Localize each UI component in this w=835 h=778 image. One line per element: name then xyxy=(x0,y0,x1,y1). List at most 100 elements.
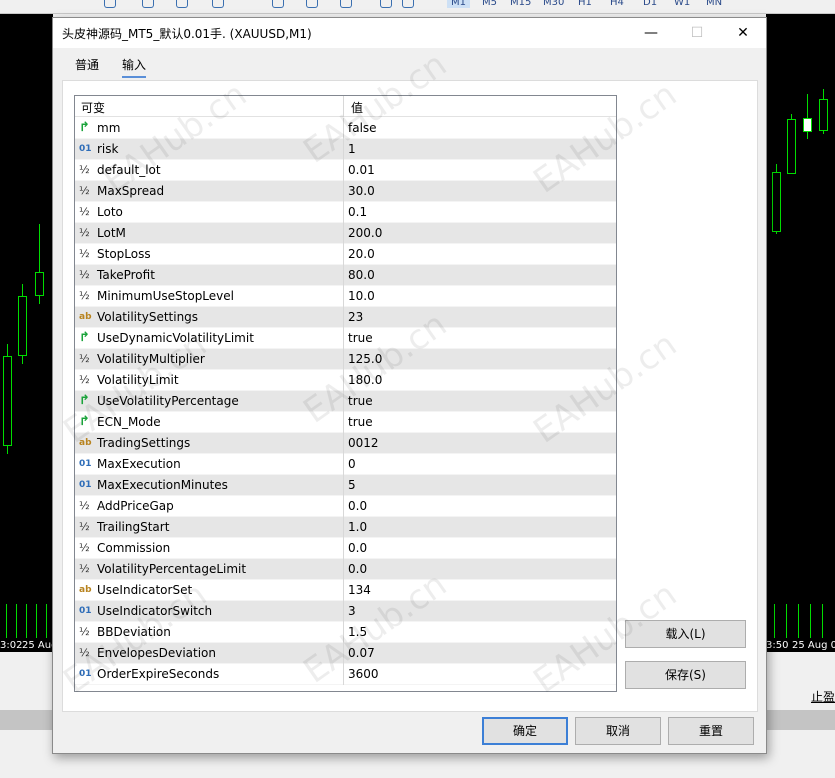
param-row[interactable]: ½ default_lot 0.01 xyxy=(75,160,616,181)
param-row[interactable]: ½ MaxSpread 30.0 xyxy=(75,181,616,202)
toolbar-line-icon[interactable] xyxy=(176,0,188,8)
param-name: EnvelopesDeviation xyxy=(97,646,216,660)
close-button[interactable]: ✕ xyxy=(720,18,766,48)
param-value[interactable]: true xyxy=(348,394,373,408)
param-value[interactable]: 20.0 xyxy=(348,247,375,261)
column-header-variable[interactable]: 可变 xyxy=(81,99,105,116)
param-value[interactable]: 1.0 xyxy=(348,520,367,534)
param-row[interactable]: ½ TakeProfit 80.0 xyxy=(75,265,616,286)
param-row[interactable]: ½ MinimumUseStopLevel 10.0 xyxy=(75,286,616,307)
param-value[interactable]: false xyxy=(348,121,377,135)
param-value[interactable]: 0.01 xyxy=(348,163,375,177)
param-row[interactable]: ½ VolatilityMultiplier 125.0 xyxy=(75,349,616,370)
param-value[interactable]: 0.1 xyxy=(348,205,367,219)
param-row[interactable]: ↱ UseVolatilityPercentage true xyxy=(75,391,616,412)
toolbar-fibo-icon[interactable] xyxy=(306,0,318,8)
ok-button[interactable]: 确定 xyxy=(482,717,568,745)
take-profit-link[interactable]: 止盈 xyxy=(811,688,835,705)
timeframe-w1[interactable]: W1 xyxy=(674,0,690,8)
param-value[interactable]: 3 xyxy=(348,604,356,618)
save-button[interactable]: 保存(S) xyxy=(625,661,746,689)
param-row[interactable]: ½ VolatilityLimit 180.0 xyxy=(75,370,616,391)
param-row[interactable]: 01 risk 1 xyxy=(75,139,616,160)
param-row[interactable]: ↱ ECN_Mode true xyxy=(75,412,616,433)
load-button[interactable]: 载入(L) xyxy=(625,620,746,648)
param-row[interactable]: 01 UseIndicatorSwitch 3 xyxy=(75,601,616,622)
param-value[interactable]: 180.0 xyxy=(348,373,382,387)
param-value[interactable]: true xyxy=(348,415,373,429)
param-value[interactable]: 200.0 xyxy=(348,226,382,240)
param-name: UseIndicatorSet xyxy=(97,583,193,597)
param-row[interactable]: ½ TrailingStart 1.0 xyxy=(75,517,616,538)
param-row[interactable]: ½ StopLoss 20.0 xyxy=(75,244,616,265)
timeframe-m5[interactable]: M5 xyxy=(482,0,497,8)
param-row[interactable]: ½ EnvelopesDeviation 0.07 xyxy=(75,643,616,664)
param-value[interactable]: 23 xyxy=(348,310,363,324)
param-row[interactable]: ab VolatilitySettings 23 xyxy=(75,307,616,328)
cancel-button[interactable]: 取消 xyxy=(575,717,661,745)
volume-bar xyxy=(26,604,27,638)
param-value[interactable]: 0.0 xyxy=(348,541,367,555)
column-divider xyxy=(343,622,344,643)
toolbar-tool-icon[interactable] xyxy=(104,0,116,8)
param-value[interactable]: 1.5 xyxy=(348,625,367,639)
column-header-value[interactable]: 值 xyxy=(351,99,363,116)
param-value[interactable]: true xyxy=(348,331,373,345)
param-row[interactable]: ½ VolatilityPercentageLimit 0.0 xyxy=(75,559,616,580)
param-row[interactable]: ↱ UseDynamicVolatilityLimit true xyxy=(75,328,616,349)
price-chart-left[interactable]: 3:02 25 Aug xyxy=(0,14,53,652)
volume-bar xyxy=(46,604,47,638)
param-value[interactable]: 0012 xyxy=(348,436,379,450)
tab-inputs[interactable]: 输入 xyxy=(122,56,147,78)
param-row[interactable]: ab UseIndicatorSet 134 xyxy=(75,580,616,601)
toolbar-shapes-icon[interactable] xyxy=(340,0,352,8)
param-value[interactable]: 0 xyxy=(348,457,356,471)
toolbar-trend-icon[interactable] xyxy=(212,0,224,8)
toolbar-cursor-icon[interactable] xyxy=(142,0,154,8)
param-row[interactable]: ½ LotM 200.0 xyxy=(75,223,616,244)
param-value[interactable]: 0.0 xyxy=(348,499,367,513)
timeframe-h1[interactable]: H1 xyxy=(578,0,592,8)
reset-button[interactable]: 重置 xyxy=(668,717,754,745)
param-row[interactable]: 01 MaxExecution 0 xyxy=(75,454,616,475)
timeframe-h4[interactable]: H4 xyxy=(610,0,624,8)
timeframe-mn[interactable]: MN xyxy=(706,0,722,8)
param-row[interactable]: ab TradingSettings 0012 xyxy=(75,433,616,454)
candle xyxy=(3,356,12,446)
timeframe-m15[interactable]: M15 xyxy=(510,0,531,8)
param-row[interactable]: ½ BBDeviation 1.5 xyxy=(75,622,616,643)
bool-arrow-icon: ↱ xyxy=(79,120,90,135)
param-value[interactable]: 125.0 xyxy=(348,352,382,366)
column-divider[interactable] xyxy=(343,96,344,117)
param-row[interactable]: ↱ mm false xyxy=(75,118,616,139)
tab-common[interactable]: 普通 xyxy=(75,56,99,76)
param-value[interactable]: 0.0 xyxy=(348,562,367,576)
minimize-button[interactable]: — xyxy=(628,18,674,48)
param-row[interactable]: 01 MaxExecutionMinutes 5 xyxy=(75,475,616,496)
param-row[interactable]: ½ Commission 0.0 xyxy=(75,538,616,559)
param-row[interactable]: ½ Loto 0.1 xyxy=(75,202,616,223)
param-value[interactable]: 5 xyxy=(348,478,356,492)
time-axis-label: 3:50 xyxy=(766,640,789,651)
param-value[interactable]: 3600 xyxy=(348,667,379,681)
param-value[interactable]: 80.0 xyxy=(348,268,375,282)
param-value[interactable]: 0.07 xyxy=(348,646,375,660)
timeframe-m30[interactable]: M30 xyxy=(543,0,564,8)
param-name: UseDynamicVolatilityLimit xyxy=(97,331,254,345)
toolbar-channel-icon[interactable] xyxy=(272,0,284,8)
inputs-grid[interactable]: 可变 值 ↱ mm false 01 risk 1 ½ default_lot 0.01 ½ Max… xyxy=(74,95,617,692)
param-value[interactable]: 134 xyxy=(348,583,371,597)
param-name: StopLoss xyxy=(97,247,151,261)
param-value[interactable]: 10.0 xyxy=(348,289,375,303)
timeframe-d1[interactable]: D1 xyxy=(643,0,657,8)
price-chart-right[interactable]: 3:50 25 Aug 08 xyxy=(766,14,835,652)
param-value[interactable]: 1 xyxy=(348,142,356,156)
timeframe-m1[interactable]: M1 xyxy=(447,0,470,8)
param-value[interactable]: 30.0 xyxy=(348,184,375,198)
toolbar-text-icon[interactable] xyxy=(380,0,392,8)
param-row[interactable]: 01 OrderExpireSeconds 3600 xyxy=(75,664,616,685)
dialog-titlebar[interactable]: 头皮神源码_MT5_默认0.01手. (XAUUSD,M1) — ☐ ✕ xyxy=(53,18,766,48)
param-name: Commission xyxy=(97,541,171,555)
toolbar-arrows-icon[interactable] xyxy=(402,0,414,8)
param-row[interactable]: ½ AddPriceGap 0.0 xyxy=(75,496,616,517)
